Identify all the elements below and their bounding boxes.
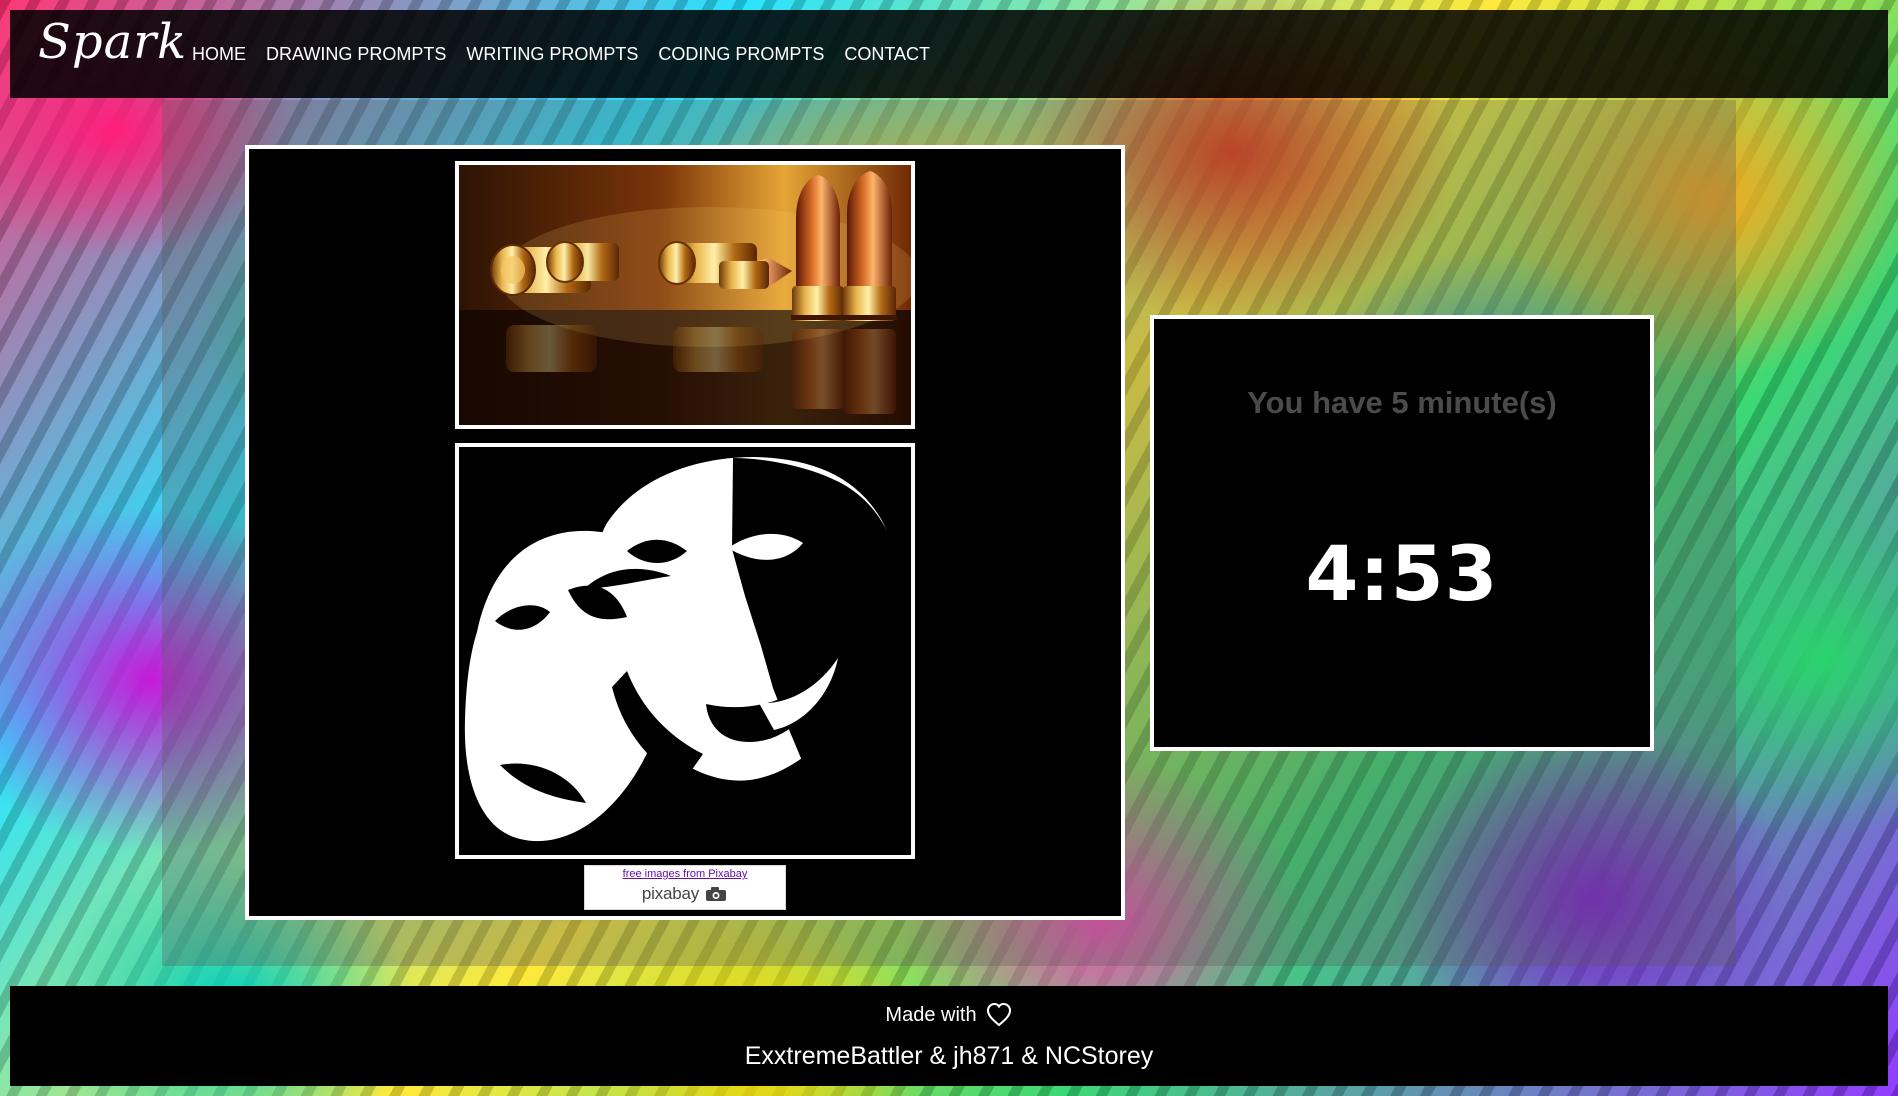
footer-authors: ExxtremeBattler & jh871 & NCStorey (744, 1042, 1154, 1070)
site-footer: Made with ExxtremeBattler & jh871 & NCSt… (10, 986, 1888, 1086)
pixabay-credit[interactable]: free images from Pixabay pixabay (584, 865, 786, 910)
nav-home-link[interactable]: HOME (192, 44, 246, 64)
bullets-image (455, 161, 915, 429)
nav-drawing-prompts-link[interactable]: DRAWING PROMPTS (266, 44, 446, 64)
pixabay-logo-text: pixabay (641, 884, 700, 903)
theatre-masks-image (455, 443, 915, 859)
camera-icon (706, 887, 727, 901)
spark-logo[interactable]: Spark (38, 18, 186, 93)
bullets-image-art (459, 165, 911, 425)
theatre-masks-art (459, 447, 911, 855)
main-navigation: HOME DRAWING PROMPTS WRITING PROMPTS COD… (192, 44, 930, 64)
top-navigation-bar: Spark HOME DRAWING PROMPTS WRITING PROMP… (10, 10, 1888, 98)
made-with-line: Made with (10, 996, 1888, 1034)
countdown-timer: 4:53 (1305, 529, 1499, 618)
heart-icon (986, 1002, 1011, 1027)
pixabay-logo[interactable]: pixabay (642, 885, 728, 903)
nav-contact-link[interactable]: CONTACT (844, 44, 930, 64)
nav-writing-prompts-link[interactable]: WRITING PROMPTS (466, 44, 638, 64)
timer-panel: You have 5 minute(s) 4:53 (1150, 315, 1654, 751)
free-images-pixabay-link[interactable]: free images from Pixabay (585, 868, 785, 881)
nav-coding-prompts-link[interactable]: CODING PROMPTS (658, 44, 824, 64)
timer-label: You have 5 minute(s) (1247, 385, 1557, 420)
made-with-text: Made with (885, 1004, 977, 1026)
